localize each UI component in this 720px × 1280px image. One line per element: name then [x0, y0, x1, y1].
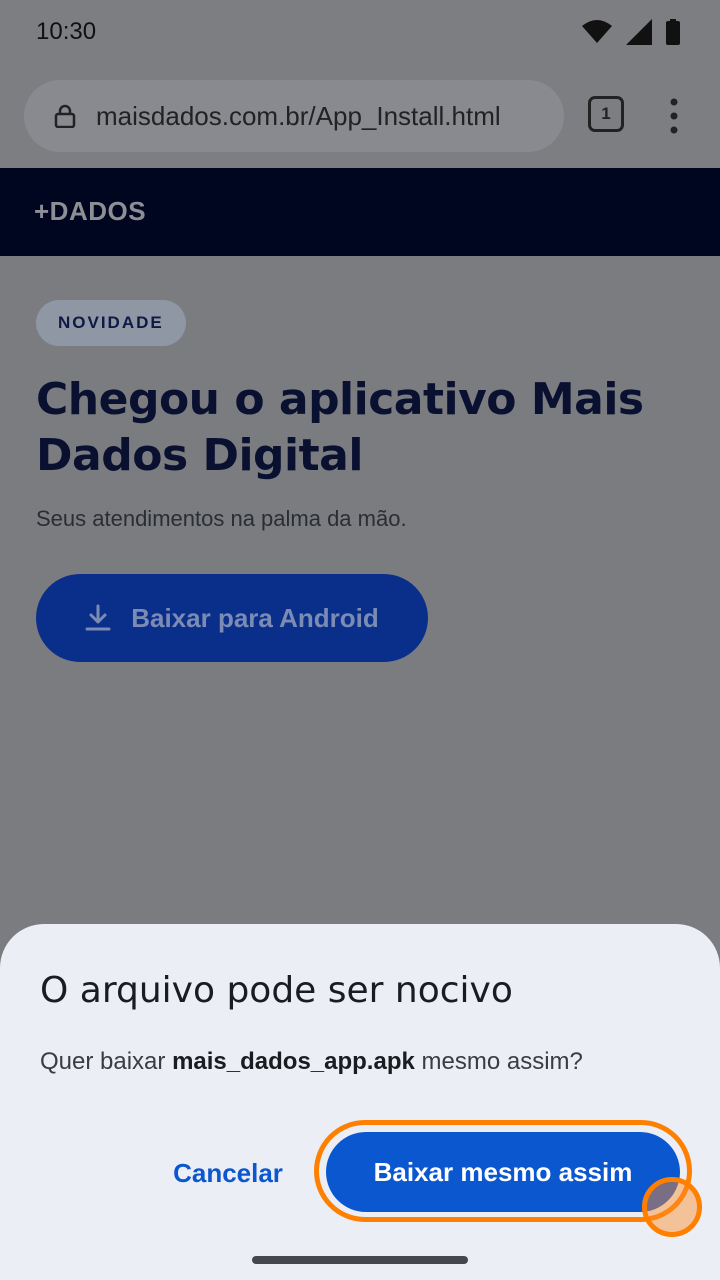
dialog-message: Quer baixar mais_dados_app.apk mesmo ass… [40, 1048, 583, 1076]
signal-icon [626, 19, 652, 45]
cancel-button[interactable]: Cancelar [162, 1138, 294, 1208]
dialog-title: O arquivo pode ser nocivo [40, 970, 513, 1011]
download-warning-sheet: O arquivo pode ser nocivo Quer baixar ma… [0, 924, 720, 1280]
battery-icon [666, 19, 680, 45]
browser-toolbar: maisdados.com.br/App_Install.html 1 [0, 64, 720, 168]
tap-indicator [642, 1177, 702, 1237]
status-icons [582, 18, 680, 46]
page-subtitle: Seus atendimentos na palma da mão. [36, 506, 407, 531]
lock-icon [54, 104, 76, 128]
dialog-message-suffix: mesmo assim? [414, 1048, 583, 1075]
dialog-message-prefix: Quer baixar [40, 1048, 173, 1075]
tab-switcher-button[interactable]: 1 [588, 96, 624, 132]
more-vert-icon[interactable] [662, 98, 686, 134]
dialog-filename: mais_dados_app.apk [172, 1048, 415, 1075]
download-anyway-button[interactable]: Baixar mesmo assim [326, 1132, 680, 1212]
news-badge: NOVIDADE [36, 300, 186, 346]
address-bar[interactable]: maisdados.com.br/App_Install.html [24, 80, 564, 152]
home-indicator[interactable] [252, 1256, 468, 1264]
site-header: +DADOS [0, 168, 720, 256]
download-button-label: Baixar para Android [131, 602, 379, 633]
wifi-icon [582, 20, 612, 43]
download-android-button[interactable]: Baixar para Android [36, 574, 428, 662]
download-icon [85, 604, 111, 631]
status-time: 10:30 [36, 18, 97, 45]
site-logo[interactable]: +DADOS [34, 196, 146, 227]
status-bar: 10:30 [0, 0, 720, 64]
page-headline: Chegou o aplicativo Mais Dados Digital [36, 374, 644, 481]
url-text: maisdados.com.br/App_Install.html [96, 100, 501, 131]
